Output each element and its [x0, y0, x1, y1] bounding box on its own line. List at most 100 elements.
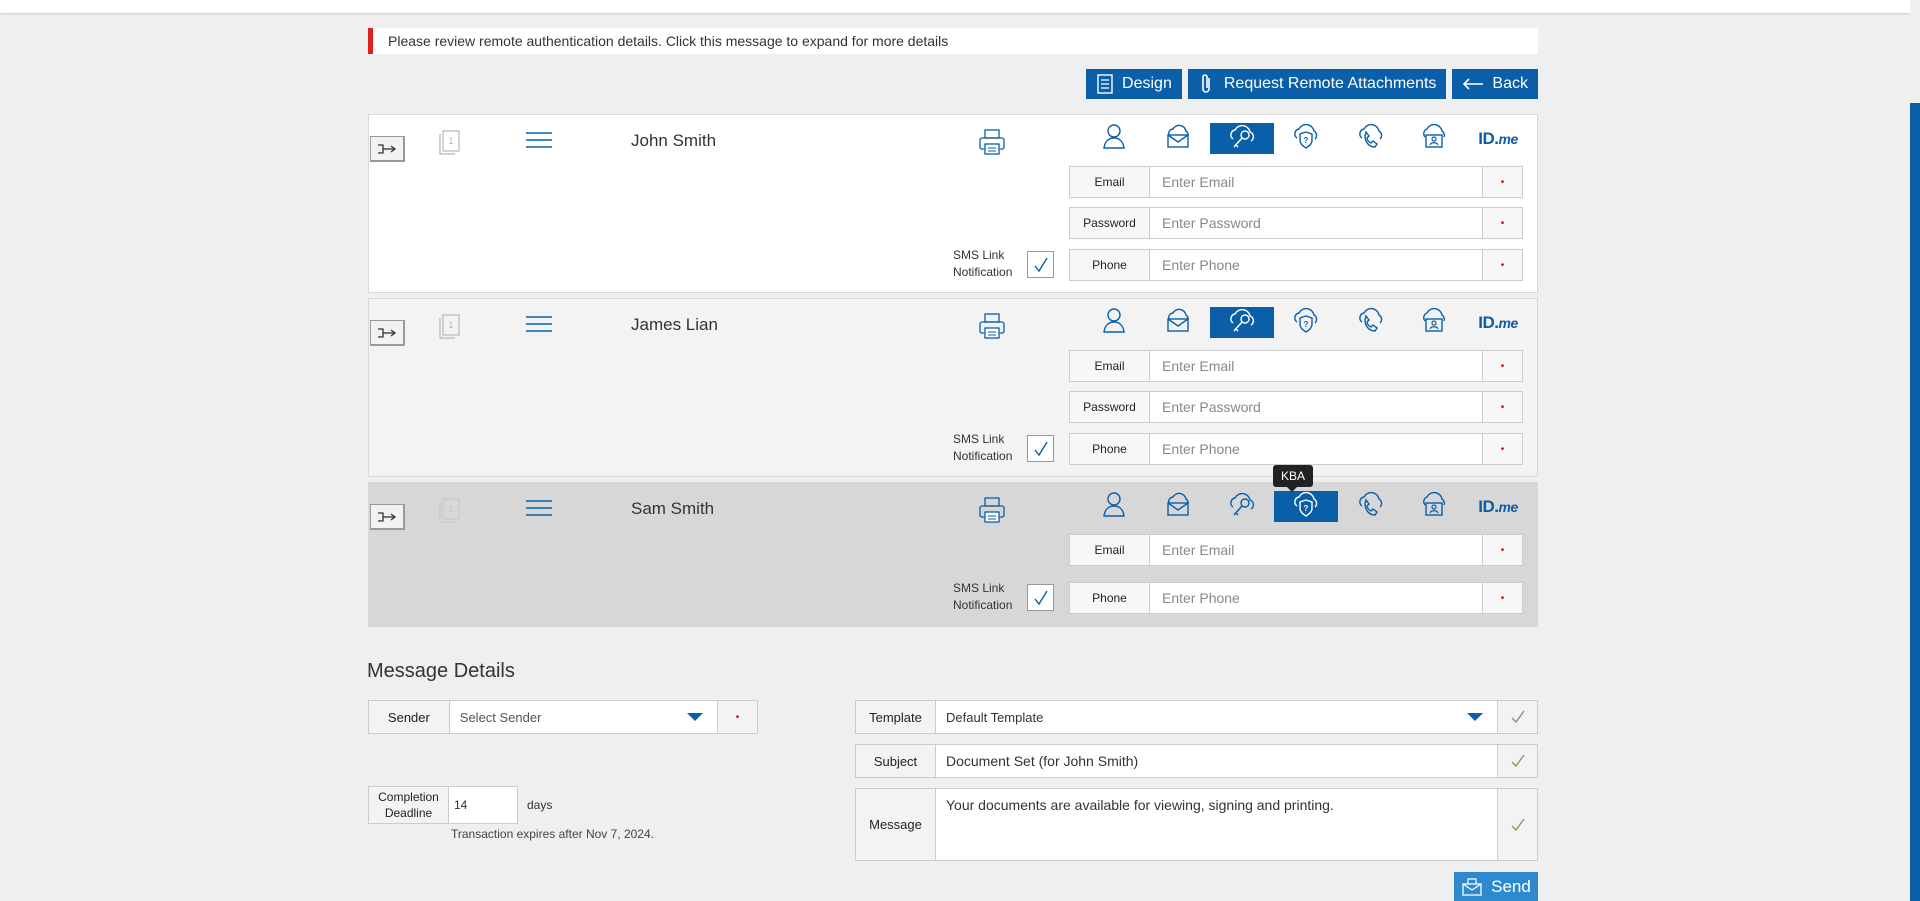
message-value: Your documents are available for viewing… [946, 797, 1334, 813]
sender-select[interactable]: Select Sender [449, 701, 718, 733]
document-icon[interactable]: 1 [437, 130, 461, 161]
sms-label-line2: Notification [953, 598, 1013, 612]
svg-text:?: ? [1304, 136, 1309, 145]
auth-option-id-cloud[interactable] [1402, 123, 1466, 154]
auth-review-notice[interactable]: Please review remote authentication deta… [368, 28, 1538, 54]
scrollbar-track[interactable] [1910, 0, 1920, 901]
document-icon[interactable]: 1 [437, 314, 461, 345]
design-button[interactable]: Design [1086, 69, 1182, 99]
back-arrow-icon [1463, 78, 1484, 90]
template-select[interactable]: Default Template [936, 701, 1497, 733]
hamburger-menu-icon[interactable] [525, 315, 553, 338]
auth-option-kba-shield[interactable]: ? [1274, 307, 1338, 338]
request-remote-attachments-button[interactable]: Request Remote Attachments [1187, 69, 1447, 99]
required-indicator: • [1482, 434, 1522, 464]
sms-notification-checkbox[interactable] [1027, 584, 1054, 611]
scrollbar-thumb[interactable] [1910, 103, 1920, 901]
auth-option-id-cloud[interactable] [1402, 491, 1466, 522]
auth-option-phone[interactable] [1338, 123, 1402, 154]
id-cloud-icon [1420, 307, 1448, 338]
sender-value: Select Sender [459, 709, 542, 725]
auth-option-person[interactable] [1082, 123, 1146, 154]
print-icon[interactable] [978, 313, 1006, 344]
print-icon[interactable] [978, 129, 1006, 160]
auth-option-email-cloud[interactable] [1146, 123, 1210, 154]
route-button[interactable] [370, 504, 405, 530]
email-input[interactable] [1150, 351, 1482, 381]
subject-input[interactable]: Document Set (for John Smith) [936, 745, 1497, 777]
phone-input[interactable] [1150, 434, 1482, 464]
hamburger-menu-icon[interactable] [525, 499, 553, 522]
kba-tooltip: KBA [1273, 465, 1314, 492]
auth-option-id-cloud[interactable] [1402, 307, 1466, 338]
auth-option-phone[interactable] [1338, 491, 1402, 522]
sender-label: Sender [369, 701, 450, 733]
person-icon [1102, 123, 1126, 154]
checkmark-icon [1033, 441, 1048, 456]
password-key-icon [1227, 307, 1257, 338]
route-button[interactable] [370, 136, 405, 162]
required-indicator: • [1482, 351, 1522, 381]
phone-icon [1356, 307, 1384, 338]
password-input[interactable] [1150, 392, 1482, 422]
phone-input[interactable] [1150, 250, 1482, 280]
auth-option-idme-logo[interactable]: ID.me [1466, 123, 1530, 154]
auth-option-kba-shield[interactable]: ? [1274, 491, 1338, 522]
password-input[interactable] [1150, 208, 1482, 238]
auth-option-person[interactable] [1082, 307, 1146, 338]
email-input[interactable] [1150, 167, 1482, 197]
design-icon [1097, 74, 1113, 94]
idme-logo: ID.me [1478, 129, 1518, 149]
route-button[interactable] [370, 320, 405, 346]
auth-option-phone[interactable] [1338, 307, 1402, 338]
email-cloud-icon [1164, 492, 1192, 521]
email-cloud-icon [1164, 308, 1192, 337]
print-icon[interactable] [978, 497, 1006, 528]
field-label: Phone [1070, 583, 1150, 613]
sms-notification-checkbox[interactable] [1027, 251, 1054, 278]
request-attachments-label: Request Remote Attachments [1223, 75, 1437, 92]
auth-option-email-cloud[interactable] [1146, 491, 1210, 522]
auth-option-person[interactable] [1082, 491, 1146, 522]
sms-notification-checkbox[interactable] [1027, 435, 1054, 462]
deadline-input[interactable]: 14 [449, 786, 518, 824]
send-button[interactable]: Send [1454, 872, 1538, 901]
signer-name: James Lian [631, 315, 718, 334]
auth-option-email-cloud[interactable] [1146, 307, 1210, 338]
document-icon[interactable]: 1 [437, 498, 461, 529]
phone-field: Phone • [1069, 249, 1523, 281]
field-label: Phone [1070, 250, 1150, 280]
auth-option-password-key[interactable] [1210, 307, 1274, 338]
auth-option-kba-shield[interactable]: ? [1274, 123, 1338, 154]
auth-option-idme-logo[interactable]: ID.me [1466, 307, 1530, 338]
subject-value: Document Set (for John Smith) [946, 753, 1139, 769]
auth-option-password-key[interactable] [1210, 123, 1274, 154]
required-indicator: • [1482, 250, 1522, 280]
action-bar: Design Request Remote Attachments Back [1086, 69, 1538, 99]
top-bar [0, 0, 1910, 13]
password-field: Password • [1069, 391, 1523, 423]
back-button[interactable]: Back [1452, 69, 1538, 99]
person-icon [1102, 307, 1126, 338]
idme-suffix: me [1498, 498, 1519, 515]
email-input[interactable] [1150, 535, 1482, 565]
auth-option-password-key[interactable] [1210, 491, 1274, 522]
signer-row: 1 John Smith? ID.me Email • Password • Pho… [368, 114, 1538, 293]
phone-input[interactable] [1150, 583, 1482, 613]
send-label: Send [1491, 877, 1531, 896]
sms-label-line1: SMS Link [953, 248, 1005, 262]
hamburger-menu-icon[interactable] [525, 131, 553, 154]
check-icon [1497, 745, 1537, 777]
field-label: Password [1070, 208, 1150, 238]
auth-method-selector: ? ID.me [1082, 307, 1518, 338]
sms-label-line2: Notification [953, 265, 1013, 279]
message-textarea[interactable]: Your documents are available for viewing… [936, 789, 1497, 860]
deadline-field: Completion Deadline 14 [368, 786, 518, 824]
deadline-label-line1: Completion [378, 790, 439, 804]
field-label: Email [1070, 167, 1150, 197]
route-arrow-icon [378, 327, 397, 338]
required-indicator: • [1482, 392, 1522, 422]
idme-main: ID. [1478, 496, 1499, 516]
sms-label-line2: Notification [953, 449, 1013, 463]
auth-option-idme-logo[interactable]: ID.me [1466, 491, 1530, 522]
